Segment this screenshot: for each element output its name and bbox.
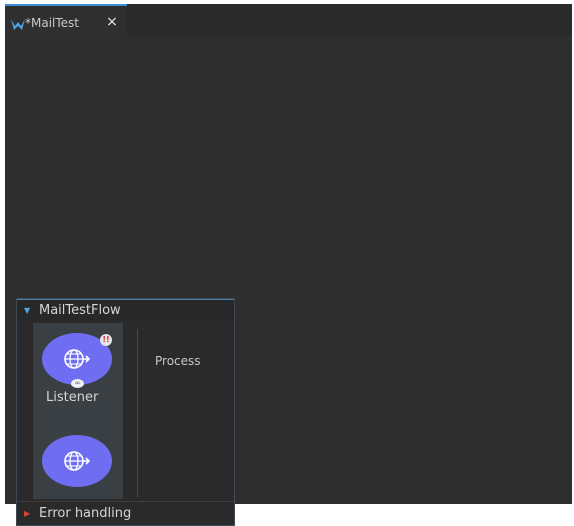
close-icon[interactable]: ×: [105, 15, 119, 29]
flow-title[interactable]: MailTestFlow: [39, 303, 121, 318]
chevron-right-icon[interactable]: ▶: [24, 509, 30, 518]
mule-app-icon: [11, 16, 25, 30]
link-icon: ∞: [71, 379, 84, 388]
flow-container[interactable]: ▼ MailTestFlow !! ∞ Listener Process ▶ E…: [16, 298, 235, 526]
error-badge: !!: [100, 334, 112, 346]
editor-tabbar: *MailTest ×: [5, 4, 572, 36]
section-divider: [137, 329, 138, 497]
error-handler-node[interactable]: [42, 435, 112, 487]
error-handling-section[interactable]: ▶ Error handling: [17, 501, 234, 525]
process-label: Process: [155, 354, 201, 368]
error-handling-label[interactable]: Error handling: [39, 506, 131, 521]
listener-label: Listener: [46, 390, 99, 405]
flow-canvas[interactable]: ▼ MailTestFlow !! ∞ Listener Process ▶ E…: [5, 36, 572, 526]
http-globe-icon: [64, 451, 91, 471]
http-globe-icon: [64, 349, 91, 369]
tab-title: *MailTest: [25, 16, 80, 30]
flow-header[interactable]: ▼ MailTestFlow: [17, 299, 234, 321]
chevron-down-icon[interactable]: ▼: [24, 306, 30, 315]
editor-window: *MailTest × ▼ MailTestFlow !! ∞ Listener…: [5, 4, 572, 526]
tab-mailtest[interactable]: *MailTest ×: [5, 4, 127, 36]
